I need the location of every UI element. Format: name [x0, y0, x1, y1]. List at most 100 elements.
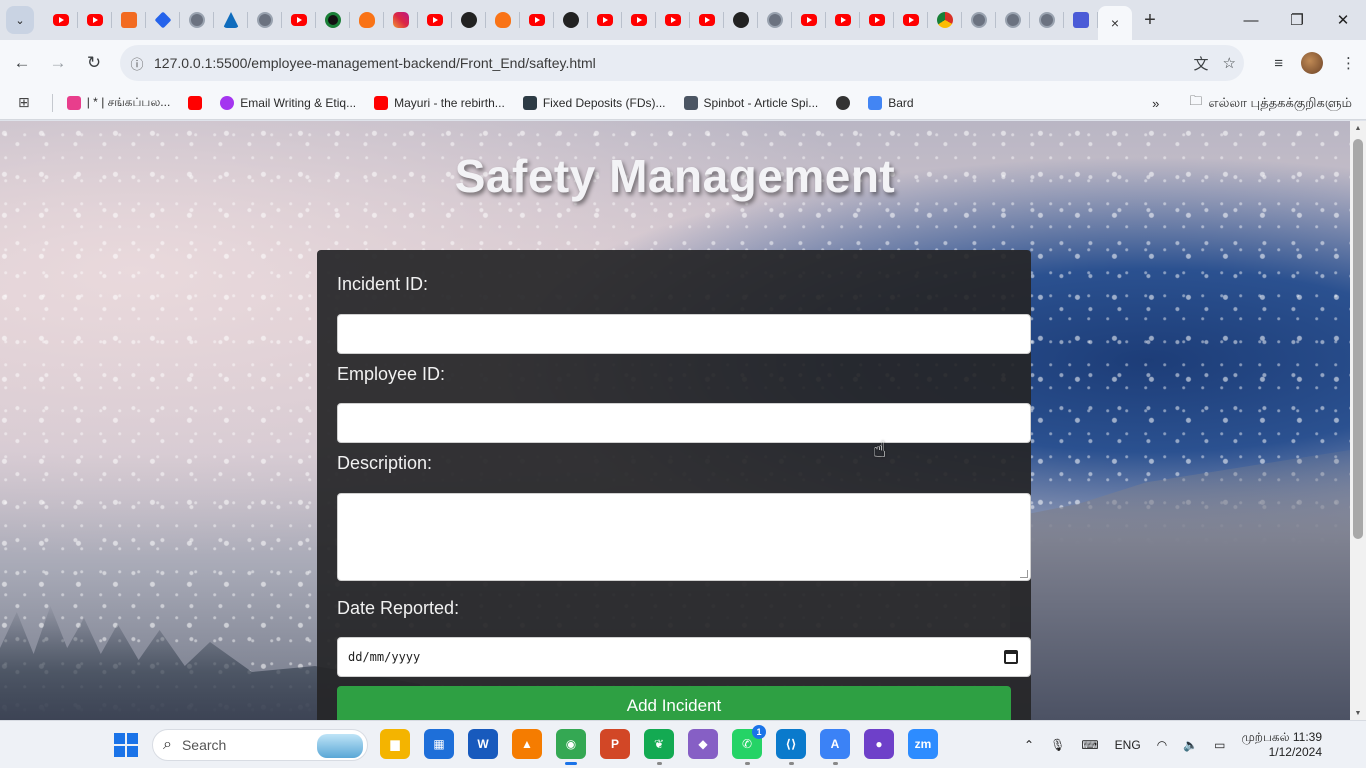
tab[interactable] — [690, 0, 724, 40]
reload-button[interactable]: ↻ — [76, 45, 112, 81]
tab[interactable] — [316, 0, 350, 40]
tab[interactable] — [962, 0, 996, 40]
tab[interactable] — [792, 0, 826, 40]
description-textarea[interactable] — [337, 493, 1031, 581]
tab[interactable] — [1064, 0, 1098, 40]
tab[interactable] — [826, 0, 860, 40]
tab[interactable] — [418, 0, 452, 40]
tab[interactable] — [1030, 0, 1064, 40]
active-tab[interactable]: × — [1098, 6, 1132, 40]
tab[interactable] — [112, 0, 146, 40]
tab[interactable] — [520, 0, 554, 40]
bookmark-item[interactable] — [836, 95, 851, 110]
bookmark-item[interactable]: Bard — [868, 95, 914, 110]
powerpoint-icon[interactable]: P — [600, 729, 630, 759]
chrome-icon[interactable]: ◉ — [556, 729, 586, 765]
tab[interactable] — [928, 0, 962, 40]
microsoft-store-icon[interactable]: ▦ — [424, 729, 454, 759]
visual-studio-icon[interactable]: ◆ — [688, 729, 718, 759]
github-desktop-icon[interactable]: ● — [864, 729, 894, 759]
tab[interactable] — [350, 0, 384, 40]
bookmark-item[interactable] — [188, 95, 203, 110]
bookmark-label: Spinbot - Article Spi... — [703, 95, 819, 110]
tab[interactable] — [248, 0, 282, 40]
bookmarks-overflow-button[interactable]: » — [1152, 96, 1159, 111]
bookmark-item[interactable]: Mayuri - the rebirth... — [374, 95, 505, 110]
tab[interactable] — [452, 0, 486, 40]
page-scrollbar[interactable]: ▲ ▼ — [1350, 121, 1366, 720]
incident-id-input[interactable] — [337, 314, 1031, 354]
tab[interactable] — [214, 0, 248, 40]
translate-icon[interactable]: 文 — [1194, 53, 1209, 74]
all-bookmarks-label: எல்லா புத்தகக்குறிகளும் — [1208, 94, 1352, 110]
scroll-up-arrow-icon[interactable]: ▲ — [1350, 121, 1366, 135]
file-explorer-icon[interactable]: ▆ — [380, 729, 410, 759]
bookmark-item[interactable]: | * | சங்கப்பல... — [66, 95, 170, 111]
battery-icon[interactable]: ▭ — [1214, 738, 1225, 752]
tab[interactable] — [758, 0, 792, 40]
wifi-icon[interactable]: ◠ — [1157, 738, 1167, 752]
language-indicator[interactable]: ENG — [1115, 738, 1141, 752]
vlc-icon[interactable]: ▲ — [512, 729, 542, 759]
forward-button[interactable]: → — [40, 45, 76, 81]
tab-search-button[interactable]: ⌄ — [6, 6, 34, 34]
profile-avatar[interactable] — [1301, 52, 1323, 74]
yt-favicon-icon — [53, 14, 69, 26]
bookmark-item[interactable]: Fixed Deposits (FDs)... — [522, 95, 666, 110]
media-control-icon[interactable]: ≡ — [1274, 55, 1283, 72]
bookmark-item[interactable]: Email Writing & Etiq... — [220, 95, 356, 110]
volume-icon[interactable]: 🔈 — [1183, 738, 1198, 752]
all-bookmarks-button[interactable]: 🗀 எல்லா புத்தகக்குறிகளும் — [1189, 92, 1352, 114]
bookmark-star-icon[interactable]: ☆ — [1223, 54, 1236, 72]
start-button[interactable] — [114, 733, 138, 757]
tab[interactable] — [622, 0, 656, 40]
mongodb-icon[interactable]: ❦ — [644, 729, 674, 765]
zoom-icon[interactable]: zm — [908, 729, 938, 759]
clock[interactable]: முற்பகல் 11:39 1/12/2024 — [1241, 730, 1322, 760]
tab[interactable] — [384, 0, 418, 40]
tab[interactable] — [588, 0, 622, 40]
address-bar[interactable]: ⓘ 127.0.0.1:5500/employee-management-bac… — [120, 45, 1244, 81]
menu-icon[interactable]: ⋮ — [1341, 54, 1356, 72]
close-tab-icon[interactable]: × — [1111, 15, 1119, 31]
taskbar-search[interactable]: ⌕ Search — [152, 729, 368, 761]
tab[interactable] — [180, 0, 214, 40]
app-icon[interactable]: A — [820, 729, 850, 765]
minimize-button[interactable]: — — [1228, 0, 1274, 40]
resize-handle-icon[interactable] — [1020, 570, 1028, 578]
yt-favicon-icon — [835, 14, 851, 26]
add-incident-button[interactable]: Add Incident — [337, 686, 1011, 720]
bookmark-item[interactable]: Spinbot - Article Spi... — [683, 95, 819, 110]
new-tab-button[interactable]: + — [1132, 0, 1168, 40]
restore-button[interactable]: ❐ — [1274, 0, 1320, 40]
tab[interactable] — [486, 0, 520, 40]
tab[interactable] — [724, 0, 758, 40]
tab[interactable] — [282, 0, 316, 40]
tab[interactable] — [860, 0, 894, 40]
apps-grid-icon[interactable]: ⊞ — [18, 94, 30, 111]
keyboard-icon[interactable]: ⌨ — [1081, 738, 1098, 752]
description-label: Description: — [337, 453, 433, 473]
vscode-icon[interactable]: ⟨⟩ — [776, 729, 806, 765]
close-window-button[interactable]: ✕ — [1320, 0, 1366, 40]
date-reported-input[interactable]: dd/mm/yyyy — [337, 637, 1031, 677]
scroll-down-arrow-icon[interactable]: ▼ — [1350, 706, 1366, 720]
tab[interactable] — [656, 0, 690, 40]
chevron-up-icon[interactable]: ⌃ — [1024, 738, 1034, 752]
tab[interactable] — [554, 0, 588, 40]
url-text[interactable]: 127.0.0.1:5500/employee-management-backe… — [154, 55, 596, 71]
site-info-icon[interactable]: ⓘ — [120, 54, 154, 73]
whatsapp-icon[interactable]: ✆ 1 — [732, 725, 766, 765]
udemy-icon — [220, 95, 235, 110]
calendar-icon[interactable] — [1004, 650, 1018, 664]
scrollbar-thumb[interactable] — [1353, 139, 1363, 539]
tab[interactable] — [996, 0, 1030, 40]
back-button[interactable]: ← — [4, 45, 40, 81]
employee-id-input[interactable] — [337, 403, 1031, 443]
tab[interactable] — [78, 0, 112, 40]
tab[interactable] — [44, 0, 78, 40]
word-icon[interactable]: W — [468, 729, 498, 759]
tab[interactable] — [894, 0, 928, 40]
tab[interactable] — [146, 0, 180, 40]
microphone-icon[interactable]: 🎙 — [1050, 738, 1065, 752]
